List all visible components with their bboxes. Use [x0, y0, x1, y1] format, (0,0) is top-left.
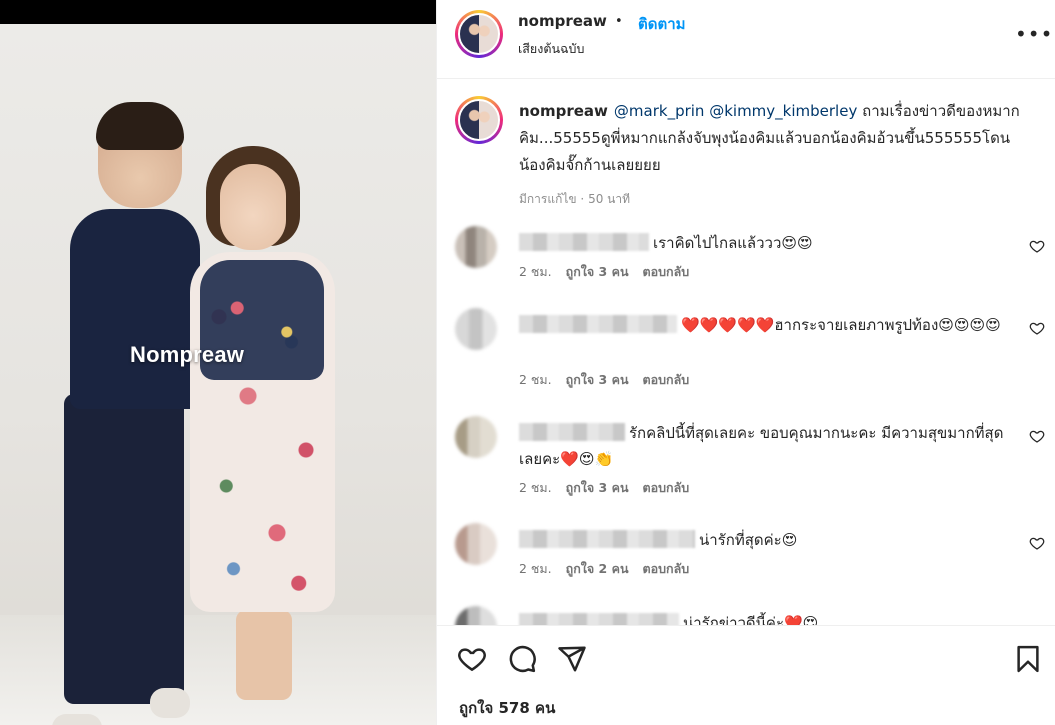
post-actions: ถูกใจ 578 คน [437, 625, 1055, 725]
comment-body: น่ารักข่าวดีนี้ค่ะ❤️😍 [519, 610, 1019, 625]
commenter-username-blurred[interactable] [519, 530, 695, 548]
commenter-avatar[interactable] [455, 523, 497, 565]
likes-count[interactable]: ถูกใจ 578 คน [459, 696, 555, 720]
comment-meta: 2 ชม. ถูกใจ 2 คน ตอบกลับ [519, 559, 703, 579]
reply-button[interactable]: ตอบกลับ [643, 480, 690, 495]
comment-body: รักคลิปนี้ที่สุดเลยคะ ขอบคุณมากนะคะ มีคว… [519, 420, 1019, 472]
more-options-icon[interactable]: ••• [1015, 22, 1053, 46]
avatar-image [458, 13, 500, 55]
like-icon[interactable] [457, 644, 487, 674]
mention-link[interactable]: @kimmy_kimberley [709, 102, 857, 120]
woman-figure-legs [236, 610, 292, 700]
avatar[interactable] [455, 96, 503, 144]
post-header: nompreaw • ติดตาม เสียงต้นฉบับ ••• [437, 0, 1055, 79]
comment-likes[interactable]: ถูกใจ 3 คน [566, 264, 629, 279]
commenter-username-blurred[interactable] [519, 423, 625, 441]
mention-link[interactable]: @mark_prin [614, 102, 705, 120]
reply-button[interactable]: ตอบกลับ [643, 372, 690, 387]
audio-label[interactable]: เสียงต้นฉบับ [518, 39, 584, 59]
comment-body: น่ารักที่สุดค่ะ😍 [519, 527, 1019, 553]
man-figure-shoe [52, 714, 102, 725]
man-figure-hair [96, 102, 184, 150]
comment-time[interactable]: 2 ชม. [519, 264, 552, 279]
like-comment-icon[interactable] [1029, 428, 1045, 444]
comment-likes[interactable]: ถูกใจ 3 คน [566, 480, 629, 495]
video-watermark: Nompreaw [130, 342, 245, 367]
man-figure-shoe [150, 688, 190, 718]
avatar-image [458, 99, 500, 141]
post-media[interactable]: Nompreaw [0, 0, 436, 725]
like-comment-icon[interactable] [1029, 320, 1045, 336]
comment-meta: 2 ชม. ถูกใจ 3 คน ตอบกลับ [519, 370, 703, 390]
caption-text: nompreaw @mark_prin @kimmy_kimberley ถามเ… [519, 98, 1029, 179]
caption-time[interactable]: 50 นาที [588, 192, 630, 206]
comment-icon[interactable] [507, 644, 537, 674]
comment-time[interactable]: 2 ชม. [519, 480, 552, 495]
man-figure-body [70, 209, 200, 409]
comment-text: น่ารักที่สุดค่ะ😍 [699, 531, 798, 549]
caption-username[interactable]: nompreaw [519, 102, 608, 120]
caption-meta: มีการแก้ไข · 50 นาที [519, 192, 630, 206]
comments-section[interactable]: nompreaw @mark_prin @kimmy_kimberley ถามเ… [437, 80, 1055, 625]
comment-meta: 2 ชม. ถูกใจ 3 คน ตอบกลับ [519, 262, 703, 282]
commenter-avatar[interactable] [455, 416, 497, 458]
comment-meta: 2 ชม. ถูกใจ 3 คน ตอบกลับ [519, 478, 703, 498]
save-icon[interactable] [1013, 644, 1043, 674]
comment-body: ❤️❤️❤️❤️❤️ฮากระจายเลยภาพรูปท้อง😍😍😍😍 [519, 312, 1019, 338]
man-figure-legs [64, 394, 184, 704]
like-comment-icon[interactable] [1029, 535, 1045, 551]
comment-likes[interactable]: ถูกใจ 3 คน [566, 372, 629, 387]
comment-text: น่ารักข่าวดีนี้ค่ะ❤️😍 [683, 614, 819, 625]
comment-text: เราคิดไปไกลแล้ววว😍😍 [653, 234, 813, 252]
follow-button[interactable]: ติดตาม [638, 12, 686, 36]
edited-label: มีการแก้ไข [519, 192, 577, 206]
comment-time[interactable]: 2 ชม. [519, 372, 552, 387]
commenter-avatar[interactable] [455, 308, 497, 350]
comment-text: ❤️❤️❤️❤️❤️ฮากระจายเลยภาพรูปท้อง😍😍😍😍 [681, 316, 1001, 334]
commenter-username-blurred[interactable] [519, 613, 679, 625]
avatar[interactable] [455, 10, 503, 58]
comment-likes[interactable]: ถูกใจ 2 คน [566, 561, 629, 576]
reply-button[interactable]: ตอบกลับ [643, 264, 690, 279]
woman-figure-face [220, 164, 286, 250]
comment-body: เราคิดไปไกลแล้ววว😍😍 [519, 230, 1019, 256]
commenter-username-blurred[interactable] [519, 233, 649, 251]
commenter-avatar[interactable] [455, 226, 497, 268]
commenter-username-blurred[interactable] [519, 315, 677, 333]
video-frame[interactable]: Nompreaw [0, 24, 436, 725]
commenter-avatar[interactable] [455, 606, 497, 625]
instagram-post-modal: Nompreaw nompreaw • ติดตาม เสียงต้นฉบับ … [0, 0, 1055, 725]
header-username[interactable]: nompreaw [518, 12, 607, 30]
reply-button[interactable]: ตอบกลับ [643, 561, 690, 576]
like-comment-icon[interactable] [1029, 238, 1045, 254]
post-panel: nompreaw • ติดตาม เสียงต้นฉบับ ••• nompr… [436, 0, 1055, 725]
header-separator: • [615, 14, 623, 29]
comment-time[interactable]: 2 ชม. [519, 561, 552, 576]
share-icon[interactable] [557, 644, 587, 674]
